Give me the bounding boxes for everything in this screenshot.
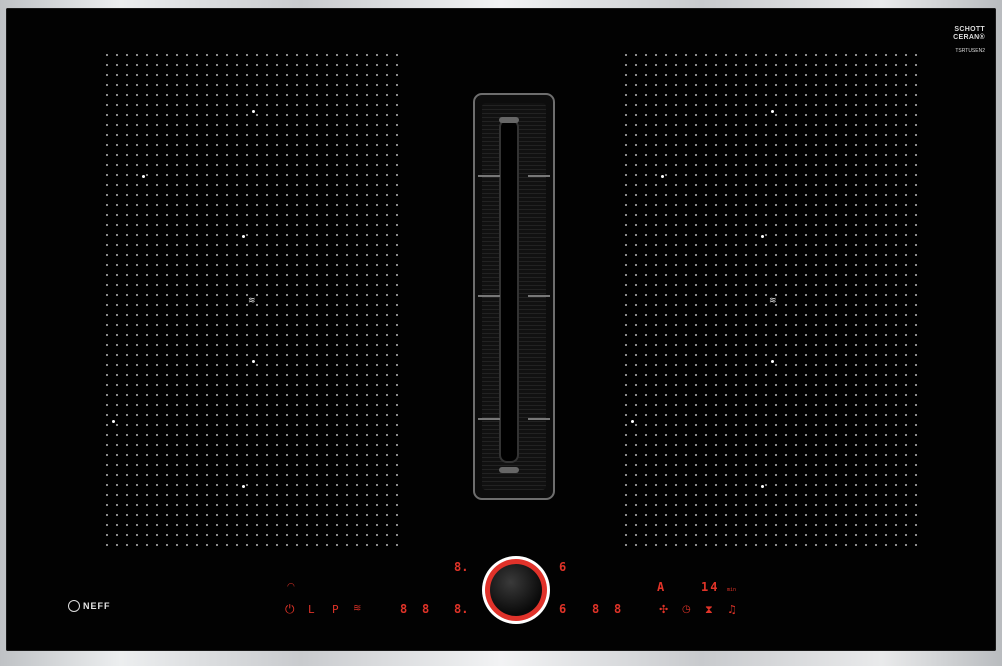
left-induction-zone[interactable]: ≋ — [102, 50, 402, 550]
clock-icon[interactable]: ◷ — [682, 605, 691, 615]
zone-marker-dot — [631, 420, 634, 423]
twistpad-knob[interactable] — [482, 556, 550, 624]
glass-brand-small: TSRTUSEN2 — [955, 48, 985, 54]
zone-marker-dot — [112, 420, 115, 423]
vent-divider — [478, 418, 500, 420]
glass-brand-line1: SCHOTT — [954, 26, 985, 33]
logo-ring-icon — [68, 600, 80, 612]
zone-marker-dot — [761, 235, 764, 238]
neff-logo: NEFF — [68, 600, 111, 612]
ceramic-glass-cooktop: ≋ ≋ SCHOTT CERAN® TSRTUSEN2 NEFF ◠ ⏻ L P… — [6, 8, 996, 651]
zone-marker-dot — [661, 175, 664, 178]
twistpad-ring — [485, 559, 547, 621]
right-zone-display-1[interactable]: 8 — [592, 603, 599, 615]
zone-marker-dot — [252, 360, 255, 363]
left-level-top[interactable]: 8. — [454, 561, 468, 573]
wifi-icon[interactable]: ◠ — [287, 583, 295, 592]
fan-icon[interactable]: ✣ — [659, 604, 668, 615]
timer-display: 14 — [701, 580, 720, 594]
twistpad-center — [490, 564, 542, 616]
lock-button[interactable]: L — [308, 604, 315, 615]
timer-icon[interactable]: ⧗ — [705, 604, 713, 615]
zone-marker-dot — [242, 485, 245, 488]
glass-brand-mark: SCHOTT CERAN® TSRTUSEN2 — [953, 26, 985, 54]
vent-divider — [478, 175, 500, 177]
left-zone-display-2[interactable]: 8 — [422, 603, 429, 615]
zone-marker-dot — [142, 175, 145, 178]
zone-marker-dot — [771, 360, 774, 363]
steel-frame: ≋ ≋ SCHOTT CERAN® TSRTUSEN2 NEFF ◠ ⏻ L P… — [0, 0, 1002, 666]
vent-mode-display: A — [657, 580, 665, 594]
zone-marker-dot — [771, 110, 774, 113]
logo-text: NEFF — [83, 601, 111, 611]
fan-zone-icon[interactable]: ≋ — [353, 604, 361, 614]
cooking-zone-icon: ≋ — [769, 295, 777, 305]
power-icon[interactable]: ⏻ — [285, 603, 295, 615]
glass-brand-line2: CERAN® — [953, 34, 985, 41]
powerboost-button[interactable]: P — [332, 604, 339, 615]
vent-divider — [528, 418, 550, 420]
vent-divider — [478, 295, 500, 297]
bell-icon[interactable]: ♫ — [727, 604, 737, 615]
right-level-bottom[interactable]: 6 — [559, 603, 566, 615]
left-zone-display-1[interactable]: 8 — [400, 603, 407, 615]
right-level-top[interactable]: 6 — [559, 561, 566, 573]
downdraft-vent[interactable] — [473, 93, 555, 500]
vent-channel — [501, 121, 517, 461]
left-level-bottom[interactable]: 8. — [454, 603, 468, 615]
vent-cap-bottom — [499, 467, 519, 473]
timer-unit: min — [727, 587, 737, 593]
zone-marker-dot — [252, 110, 255, 113]
vent-cap-top — [499, 117, 519, 123]
cooking-zone-icon: ≋ — [248, 295, 256, 305]
right-zone-display-2[interactable]: 8 — [614, 603, 621, 615]
right-induction-zone[interactable]: ≋ — [621, 50, 921, 550]
zone-marker-dot — [242, 235, 245, 238]
vent-divider — [528, 295, 550, 297]
vent-divider — [528, 175, 550, 177]
zone-marker-dot — [761, 485, 764, 488]
